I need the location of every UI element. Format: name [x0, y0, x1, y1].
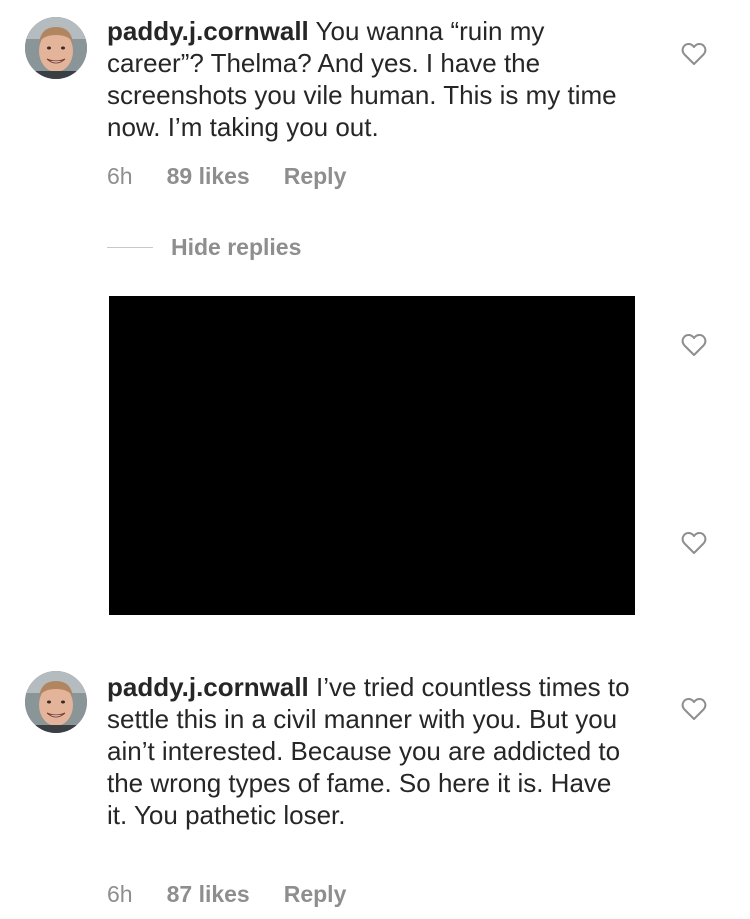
comment-username[interactable]: paddy.j.cornwall — [107, 16, 309, 46]
redacted-block — [109, 296, 635, 615]
hide-replies-label: Hide replies — [171, 234, 302, 260]
comment-username[interactable]: paddy.j.cornwall — [107, 672, 309, 702]
reply-button[interactable]: Reply — [284, 163, 347, 190]
heart-outline-icon[interactable] — [681, 42, 707, 66]
comment-meta: 6h 89 likes Reply — [107, 163, 346, 190]
avatar[interactable] — [25, 671, 87, 733]
divider-line — [107, 247, 153, 248]
reply-button[interactable]: Reply — [284, 881, 347, 908]
comment-likes[interactable]: 87 likes — [167, 881, 250, 908]
avatar[interactable] — [25, 17, 87, 79]
avatar-photo — [25, 17, 87, 79]
heart-outline-icon[interactable] — [681, 333, 707, 357]
heart-outline-icon[interactable] — [681, 531, 707, 555]
comment-body: paddy.j.cornwall You wanna “ruin my care… — [107, 15, 637, 143]
comment-meta: 6h 87 likes Reply — [107, 881, 346, 908]
comment-timestamp: 6h — [107, 881, 133, 907]
heart-outline-icon[interactable] — [681, 697, 707, 721]
comment-likes[interactable]: 89 likes — [167, 163, 250, 190]
avatar-photo — [25, 671, 87, 733]
comment-body: paddy.j.cornwall I’ve tried countless ti… — [107, 671, 637, 831]
hide-replies-toggle[interactable]: Hide replies — [107, 234, 301, 261]
comment-timestamp: 6h — [107, 163, 133, 189]
